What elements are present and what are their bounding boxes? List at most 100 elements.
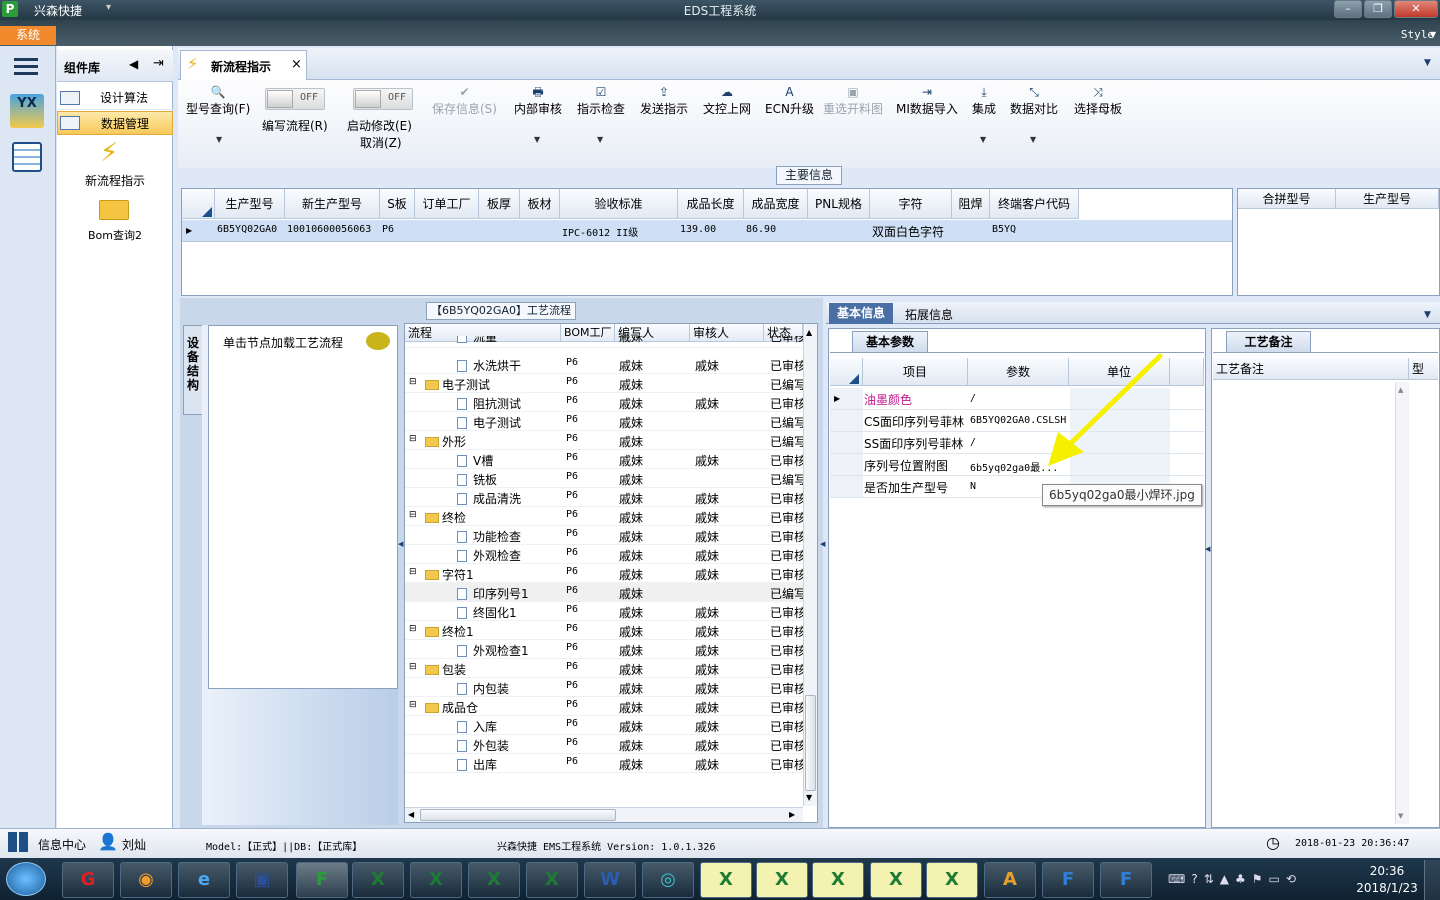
eds-app-icon[interactable]: F <box>296 862 348 898</box>
factory-icon[interactable]: YX <box>10 94 44 128</box>
tree-row[interactable]: 外包装 P6 戚妹 戚妹 已审核 <box>405 735 806 754</box>
main-col-header[interactable]: S板 <box>380 189 415 219</box>
tab-process-notes[interactable]: 工艺备注 <box>1226 331 1311 352</box>
tree-row[interactable]: V槽 P6 戚妹 戚妹 已审核 <box>405 450 806 469</box>
scroll-thumb[interactable] <box>805 695 816 791</box>
show-desktop-button[interactable] <box>1424 860 1440 900</box>
notes-scrollbar[interactable] <box>1395 382 1409 824</box>
main-cell[interactable]: B5YQ <box>992 224 1016 235</box>
mi-import-button[interactable]: ⇥ MI数据导入 <box>896 84 958 117</box>
col-item[interactable]: 项目 <box>863 358 968 386</box>
lightning-icon[interactable]: ⚡ <box>100 138 118 168</box>
tree-row[interactable]: 成品清洗 P6 戚妹 戚妹 已审核 <box>405 488 806 507</box>
scroll-up-icon[interactable]: ▲ <box>1398 386 1403 394</box>
excel-icon[interactable]: X <box>526 862 578 898</box>
flash-app-icon[interactable]: F <box>1042 862 1094 898</box>
tree-row[interactable]: 电子测试 P6 戚妹 已编写 <box>405 412 806 431</box>
main-col-header[interactable]: 生产型号 <box>215 189 285 219</box>
subtab-basic-params[interactable]: 基本参数 <box>852 331 928 352</box>
menu-icon[interactable] <box>14 58 38 61</box>
dropdown-arrow-icon[interactable]: ▼ <box>1030 135 1036 144</box>
taskbar-app-icon[interactable]: ◉ <box>120 862 172 898</box>
save-info-button[interactable]: ✔ 保存信息(S) <box>432 84 497 117</box>
tree-row[interactable]: 印序列号1 P6 戚妹 已编写 <box>405 583 806 602</box>
chat-bubble-icon[interactable] <box>366 332 390 350</box>
collapse-icon[interactable]: ⊟ <box>409 510 417 520</box>
tab-close-button[interactable]: × <box>291 57 302 72</box>
upload-doc-button[interactable]: ☁ 文控上网 <box>703 84 751 117</box>
tile-bom-query-label[interactable]: Bom查询2 <box>57 227 173 243</box>
taskbar-app-icon[interactable]: G <box>62 862 114 898</box>
start-button[interactable] <box>6 862 46 896</box>
instruction-check-button[interactable]: ☑ 指示检查 <box>577 84 625 117</box>
main-col-header[interactable]: 终端客户代码 <box>990 189 1079 219</box>
pin-icon[interactable]: ⇥ <box>153 56 164 71</box>
excel-icon[interactable]: X <box>410 862 462 898</box>
tab-basic-info[interactable]: 基本信息 <box>829 303 893 324</box>
main-col-header[interactable]: 板材 <box>520 189 560 219</box>
main-cell[interactable]: 双面白色字符 <box>872 223 944 240</box>
tile-new-process-label[interactable]: 新流程指示 <box>57 172 173 189</box>
tree-row[interactable]: 内包装 P6 戚妹 戚妹 已审核 <box>405 678 806 697</box>
tree-row[interactable]: 水洗烘干 P6 戚妹 戚妹 已审核 <box>405 355 806 374</box>
main-cell[interactable]: 10010600056063 <box>287 224 371 235</box>
ecn-upgrade-button[interactable]: A ECN升级 <box>765 84 814 117</box>
system-tray-icons[interactable]: ⌨?⇅▲♣⚑▭⟲ <box>1168 872 1302 886</box>
maximize-button[interactable]: ❐ <box>1364 0 1392 18</box>
collapse-icon[interactable]: ⊟ <box>409 662 417 672</box>
model-query-button[interactable]: 🔍 型号查询(F) <box>186 84 250 117</box>
main-col-header[interactable]: 验收标准 <box>560 189 678 219</box>
scroll-left-icon[interactable]: ◀ <box>408 810 414 819</box>
dropdown-arrow-icon[interactable]: ▼ <box>597 135 603 144</box>
collapse-icon[interactable]: ⊟ <box>409 434 417 444</box>
main-col-header[interactable]: PNL规格 <box>808 189 870 219</box>
main-cell[interactable]: IPC-6012 II级 <box>562 224 638 239</box>
system-menu-tab[interactable]: 系统 <box>0 26 56 45</box>
dropdown-arrow-icon[interactable]: ▼ <box>980 135 986 144</box>
flash-app-icon[interactable]: F <box>1100 862 1152 898</box>
internal-review-button[interactable]: 🖶 内部审核 <box>514 84 562 117</box>
tree-row[interactable]: 阻抗测试 P6 戚妹 戚妹 已审核 <box>405 393 806 412</box>
excel-icon[interactable]: X <box>870 862 922 898</box>
h-scroll-thumb[interactable] <box>420 809 616 821</box>
excel-icon[interactable]: X <box>352 862 404 898</box>
main-cell[interactable]: 6B5YQ02GA0 <box>217 224 277 235</box>
tree-row[interactable]: 铣板 P6 戚妹 已编写 <box>405 469 806 488</box>
calendar-icon[interactable] <box>12 142 42 172</box>
merge-model-header[interactable]: 合拼型号 <box>1238 189 1336 209</box>
select-mother-board-button[interactable]: ⤨ 选择母板 <box>1074 84 1122 117</box>
excel-icon[interactable]: X <box>812 862 864 898</box>
param-value[interactable]: / <box>970 393 976 404</box>
collapse-icon[interactable]: ⊟ <box>409 377 417 387</box>
excel-icon[interactable]: X <box>926 862 978 898</box>
col-notes[interactable]: 工艺备注 <box>1213 358 1409 380</box>
tree-row[interactable]: 外观检查1 P6 戚妹 戚妹 已审核 <box>405 640 806 659</box>
tree-row[interactable]: 入库 P6 戚妹 戚妹 已审核 <box>405 716 806 735</box>
scroll-right-icon[interactable]: ▶ <box>789 810 795 819</box>
viewer-icon[interactable]: ◎ <box>642 862 694 898</box>
main-cell[interactable]: 86.90 <box>746 224 776 235</box>
collapse-icon[interactable]: ⊟ <box>409 567 417 577</box>
excel-icon[interactable]: X <box>756 862 808 898</box>
close-button[interactable]: ✕ <box>1394 0 1438 18</box>
taskbar-date[interactable]: 2018/1/23 <box>1356 881 1418 895</box>
tab-list-dropdown-icon[interactable]: ▼ <box>1424 58 1431 68</box>
style-dropdown-icon[interactable]: ▼ <box>1430 30 1436 39</box>
word-icon[interactable]: W <box>584 862 636 898</box>
main-col-header[interactable]: 成品宽度 <box>744 189 808 219</box>
splitter-grip-icon[interactable]: ◀ <box>820 540 825 548</box>
col-type[interactable]: 型 <box>1409 358 1438 380</box>
cancel-label[interactable]: 取消(Z) <box>360 134 402 151</box>
collapse-icon[interactable]: ⊟ <box>409 700 417 710</box>
document-icon[interactable]: A <box>984 862 1036 898</box>
save-disk-icon[interactable]: ▣ <box>236 862 288 898</box>
main-col-header[interactable]: 板厚 <box>479 189 520 219</box>
param-value[interactable]: N <box>970 481 976 492</box>
details-dropdown-icon[interactable]: ▼ <box>1424 310 1431 320</box>
folder-icon[interactable] <box>99 200 129 220</box>
tree-row[interactable]: 外观检查 P6 戚妹 戚妹 已审核 <box>405 545 806 564</box>
tree-row[interactable]: 成品仓 ⊟ P6 戚妹 戚妹 已审核 <box>405 697 806 716</box>
splitter-grip-icon[interactable]: ◀ <box>1205 545 1210 553</box>
main-col-header[interactable]: 成品长度 <box>678 189 744 219</box>
scroll-down-icon[interactable]: ▼ <box>806 793 812 802</box>
